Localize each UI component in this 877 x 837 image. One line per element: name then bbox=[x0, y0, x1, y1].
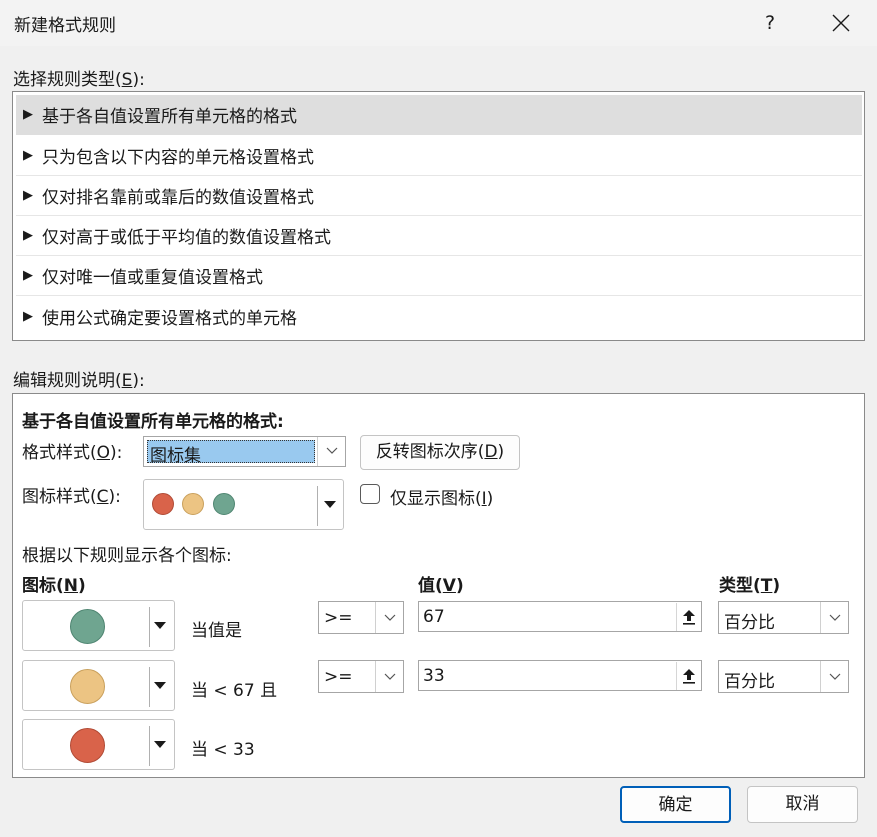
ok-button[interactable]: 确定 bbox=[620, 786, 731, 823]
upload-arrow-icon bbox=[683, 669, 695, 684]
close-icon bbox=[832, 14, 850, 32]
rule-type-label: 选择规则类型(S): bbox=[13, 70, 145, 90]
type-value: 百分比 bbox=[724, 672, 775, 692]
help-button[interactable]: ? bbox=[753, 6, 787, 40]
yellow-circle-icon bbox=[182, 493, 204, 515]
caret-down-icon bbox=[154, 682, 166, 689]
rule-type-item-label: 只为包含以下内容的单元格设置格式 bbox=[42, 148, 314, 168]
triangle-right-icon: ▶ bbox=[23, 228, 33, 243]
format-style-select[interactable]: 图标集 bbox=[143, 436, 346, 467]
chevron-down-icon bbox=[829, 614, 841, 621]
triangle-right-icon: ▶ bbox=[23, 268, 33, 283]
dropdown-arrow[interactable] bbox=[317, 437, 345, 466]
chevron-down-icon bbox=[326, 447, 338, 454]
caret-down-icon bbox=[154, 622, 166, 629]
dropdown-arrow[interactable] bbox=[375, 661, 403, 692]
triangle-right-icon: ▶ bbox=[23, 148, 33, 163]
dropdown-arrow[interactable] bbox=[820, 602, 848, 633]
rule-type-item-label: 使用公式确定要设置格式的单元格 bbox=[42, 308, 297, 329]
rules-caption: 根据以下规则显示各个图标: bbox=[22, 546, 232, 566]
rule-type-item-label: 仅对排名靠前或靠后的数值设置格式 bbox=[42, 188, 314, 208]
rule-type-item[interactable]: ▶ 基于各自值设置所有单元格的格式 bbox=[16, 95, 862, 135]
condition-text-row-2: 当 < 67 且 bbox=[191, 681, 278, 701]
cancel-button[interactable]: 取消 bbox=[747, 786, 858, 823]
chevron-down-icon bbox=[384, 673, 396, 680]
title-bar: 新建格式规则 ? bbox=[0, 0, 877, 46]
caret-down-icon bbox=[324, 501, 336, 508]
reverse-icon-order-button[interactable]: 反转图标次序(D) bbox=[360, 435, 520, 470]
dropdown-arrow[interactable] bbox=[820, 661, 848, 692]
value-input-row-2[interactable]: 33 bbox=[418, 660, 702, 691]
condition-text-row-3: 当 < 33 bbox=[191, 740, 255, 760]
caret-down-icon bbox=[154, 741, 166, 748]
triangle-right-icon: ▶ bbox=[23, 308, 33, 324]
icon-style-label: 图标样式(C): bbox=[22, 487, 121, 507]
red-circle-icon bbox=[70, 728, 105, 763]
icon-select-row-3[interactable] bbox=[22, 719, 175, 770]
rule-type-item-label: 仅对唯一值或重复值设置格式 bbox=[42, 268, 263, 288]
condition-text-row-1: 当值是 bbox=[191, 621, 242, 641]
divider bbox=[149, 607, 150, 647]
column-header-value: 值(V) bbox=[418, 576, 464, 596]
rule-type-list[interactable]: ▶ 基于各自值设置所有单元格的格式 ▶ 只为包含以下内容的单元格设置格式 ▶ 仅对排名… bbox=[12, 91, 865, 341]
icon-select-row-1[interactable] bbox=[22, 600, 175, 651]
rule-type-item[interactable]: ▶ 仅对唯一值或重复值设置格式 bbox=[16, 256, 862, 296]
icon-select-row-2[interactable] bbox=[22, 660, 175, 711]
icon-style-select[interactable] bbox=[143, 479, 344, 530]
format-style-label: 格式样式(O): bbox=[22, 443, 123, 463]
column-header-icon: 图标(N) bbox=[22, 576, 86, 596]
show-icon-only-label: 仅显示图标(I) bbox=[390, 489, 494, 509]
divider bbox=[149, 726, 150, 766]
dropdown-arrow[interactable] bbox=[375, 602, 403, 633]
rule-type-item[interactable]: ▶ 只为包含以下内容的单元格设置格式 bbox=[16, 136, 862, 176]
close-button[interactable] bbox=[822, 6, 860, 40]
dialog-title: 新建格式规则 bbox=[14, 16, 116, 36]
green-circle-icon bbox=[213, 493, 235, 515]
divider bbox=[149, 667, 150, 707]
chevron-down-icon bbox=[829, 673, 841, 680]
column-header-type: 类型(T) bbox=[719, 576, 781, 596]
chevron-down-icon bbox=[384, 614, 396, 621]
edit-heading: 基于各自值设置所有单元格的格式: bbox=[22, 412, 284, 432]
rule-type-item-label: 基于各自值设置所有单元格的格式 bbox=[42, 107, 297, 127]
type-select-row-2[interactable]: 百分比 bbox=[718, 660, 849, 693]
operator-value: >= bbox=[324, 667, 353, 687]
upload-arrow-icon bbox=[683, 610, 695, 625]
triangle-right-icon: ▶ bbox=[23, 188, 33, 203]
operator-select-row-1[interactable]: >= bbox=[318, 601, 404, 634]
value-input-row-1[interactable]: 67 bbox=[418, 601, 702, 632]
show-icon-only-checkbox[interactable] bbox=[360, 484, 380, 504]
edit-rule-label: 编辑规则说明(E): bbox=[13, 371, 145, 391]
value-text: 67 bbox=[423, 607, 445, 627]
rule-type-item[interactable]: ▶ 使用公式确定要设置格式的单元格 bbox=[16, 296, 862, 336]
rule-type-item[interactable]: ▶ 仅对高于或低于平均值的数值设置格式 bbox=[16, 216, 862, 256]
edit-rule-panel: 基于各自值设置所有单元格的格式: 格式样式(O): 图标集 反转图标次序(D) … bbox=[12, 393, 865, 778]
operator-select-row-2[interactable]: >= bbox=[318, 660, 404, 693]
rule-type-item-label: 仅对高于或低于平均值的数值设置格式 bbox=[42, 228, 331, 248]
format-style-selection: 图标集 bbox=[147, 440, 315, 466]
triangle-right-icon: ▶ bbox=[23, 107, 33, 122]
range-selector-button[interactable] bbox=[676, 662, 700, 690]
type-select-row-1[interactable]: 百分比 bbox=[718, 601, 849, 634]
format-style-value: 图标集 bbox=[150, 446, 201, 466]
divider bbox=[317, 486, 318, 526]
type-value: 百分比 bbox=[724, 613, 775, 633]
yellow-circle-icon bbox=[70, 669, 105, 704]
value-text: 33 bbox=[423, 666, 445, 686]
operator-value: >= bbox=[324, 608, 353, 628]
rule-type-item[interactable]: ▶ 仅对排名靠前或靠后的数值设置格式 bbox=[16, 176, 862, 216]
green-circle-icon bbox=[70, 609, 105, 644]
range-selector-button[interactable] bbox=[676, 603, 700, 631]
red-circle-icon bbox=[152, 493, 174, 515]
